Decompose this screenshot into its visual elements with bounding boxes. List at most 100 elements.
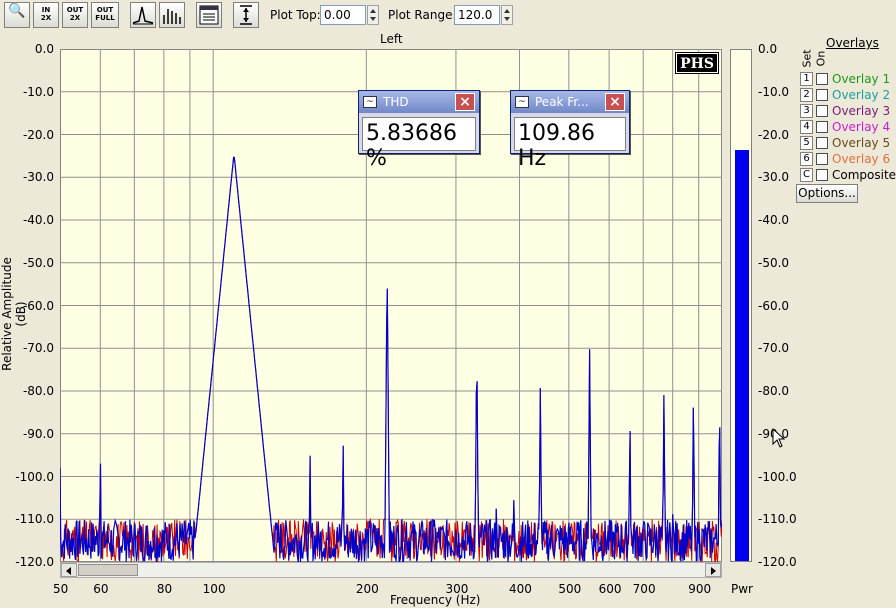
y-tick-label: -80.0 [22,384,54,398]
overlay-set-button[interactable]: 3 [800,104,813,118]
y-tick-label: -60.0 [22,298,54,313]
x-tick-label: 900 [688,582,712,596]
spin-up-icon [370,9,376,13]
waveform-icon: ~ [515,96,529,108]
overlay-set-button[interactable]: 6 [800,152,813,166]
x-tick-label: 400 [509,582,532,596]
bar-graph-button[interactable] [159,2,185,28]
y-axis-label: Relative Amplitude (dB) [0,257,28,371]
peak-frequency-readout-window[interactable]: ~ Peak Fr... × 109.86 Hz [510,90,630,171]
overlay-row: 1 Overlay 1 [800,72,896,87]
y-tick-label: -40.0 [22,213,54,227]
window-list-icon [199,5,219,25]
options-button[interactable]: Options... [796,184,858,203]
overlay-row: 2 Overlay 2 [800,88,896,103]
x-tick-label: 300 [445,582,469,596]
peak-readout-title: Peak Fr... [535,95,589,109]
y-tick-label: -100.0 [15,469,54,484]
spin-down-icon [504,17,510,21]
overlay-set-button[interactable]: 4 [800,120,813,134]
overlay-on-checkbox[interactable] [816,153,828,165]
overlay-row: 5 Overlay 5 [800,136,896,151]
y-tick-label: 0.0 [34,42,54,56]
plot-range-input[interactable] [454,5,500,25]
overlay-on-checkbox[interactable] [816,121,828,133]
thd-readout-titlebar[interactable]: ~ THD × [359,91,479,113]
x-tick-label: 50 [53,582,69,596]
thd-value: 5.83686 % [362,117,476,171]
plot-top-spinner[interactable] [367,5,379,25]
power-tick-label: -120.0 [758,555,797,569]
horizontal-scrollbar[interactable] [60,562,722,578]
thd-readout-window[interactable]: ~ THD × 5.83686 % [358,90,480,171]
spectrum-trace-primary [60,156,722,562]
set-column-header: Set [800,49,814,68]
peak-frequency-value: 109.86 Hz [514,117,626,171]
waveform-icon: ~ [363,96,377,108]
zoom-out-2x-button[interactable]: OUT 2X [62,2,88,28]
power-meter [730,49,752,562]
y-tick-label: -110.0 [15,512,54,527]
phs-logo: PHS [675,52,719,74]
overlay-row: 6 Overlay 6 [800,152,896,167]
overlay-set-button[interactable]: 1 [800,72,813,86]
plot-title: Left [380,32,403,46]
x-tick-label: 60 [93,582,109,596]
power-tick-label: -10.0 [758,84,790,99]
zoom-magnifier-button[interactable]: 🔍 [4,2,30,28]
x-tick-label: 80 [156,582,173,596]
thd-readout-title: THD [383,95,409,109]
plot-range-spinner[interactable] [501,5,513,25]
y-tick-label: -10.0 [22,84,54,99]
overlay-on-checkbox[interactable] [816,105,828,117]
plot-range-label: Plot Range: [388,8,457,22]
peak-readout-titlebar[interactable]: ~ Peak Fr... × [511,91,629,113]
power-tick-label: -70.0 [758,341,790,356]
scroll-left-button[interactable] [61,563,77,577]
overlay-set-button[interactable]: 2 [800,88,813,102]
overlay-label: Overlay 1 [832,72,891,86]
power-tick-label: -40.0 [758,213,790,227]
window-list-button[interactable] [196,2,222,28]
overlays-title: Overlays [826,36,879,50]
on-column-header: On [814,50,828,67]
arrow-left-icon [66,567,71,575]
overlay-set-button[interactable]: 5 [800,136,813,150]
overlay-label: Overlay 6 [832,152,891,166]
power-meter-fill [735,150,749,561]
power-tick-label: -20.0 [758,127,790,142]
overlay-label: Composite [832,168,896,182]
overlay-on-checkbox[interactable] [816,137,828,149]
bar-graph-icon [163,9,181,24]
overlay-set-button[interactable]: C [800,168,813,182]
spectrum-trace-secondary [60,156,722,562]
scroll-right-button[interactable] [705,563,721,577]
zoom-in-2x-button[interactable]: IN 2X [33,2,59,28]
y-tick-label: -120.0 [15,555,54,569]
x-tick-label: 700 [632,582,656,596]
scroll-thumb[interactable] [78,564,138,576]
close-icon[interactable]: × [455,93,475,111]
x-tick-label: 100 [202,582,226,596]
plot-top-label: Plot Top: [270,8,321,22]
toolbar: 🔍 IN 2X OUT 2X OUT FULL Plot Top: Plot R… [0,0,896,30]
scale-range-button[interactable] [233,2,259,28]
y-tick-label: -70.0 [22,341,54,356]
spin-up-icon [504,9,510,13]
overlay-on-checkbox[interactable] [816,89,828,101]
power-tick-label: -110.0 [758,512,797,527]
power-tick-label: 0.0 [758,42,778,56]
plot-top-input[interactable] [320,5,366,25]
overlay-on-checkbox[interactable] [816,169,828,181]
power-tick-label: -100.0 [758,469,797,484]
power-tick-label: -30.0 [758,170,790,185]
close-icon[interactable]: × [605,93,625,111]
power-label: Pwr [731,582,753,596]
zoom-out-full-button[interactable]: OUT FULL [91,2,119,28]
power-tick-label: -80.0 [758,384,790,398]
line-graph-button[interactable] [130,2,156,28]
overlay-row: 4 Overlay 4 [800,120,896,135]
overlay-on-checkbox[interactable] [816,73,828,85]
y-tick-label: -30.0 [22,170,54,185]
x-tick-label: 500 [558,582,582,596]
